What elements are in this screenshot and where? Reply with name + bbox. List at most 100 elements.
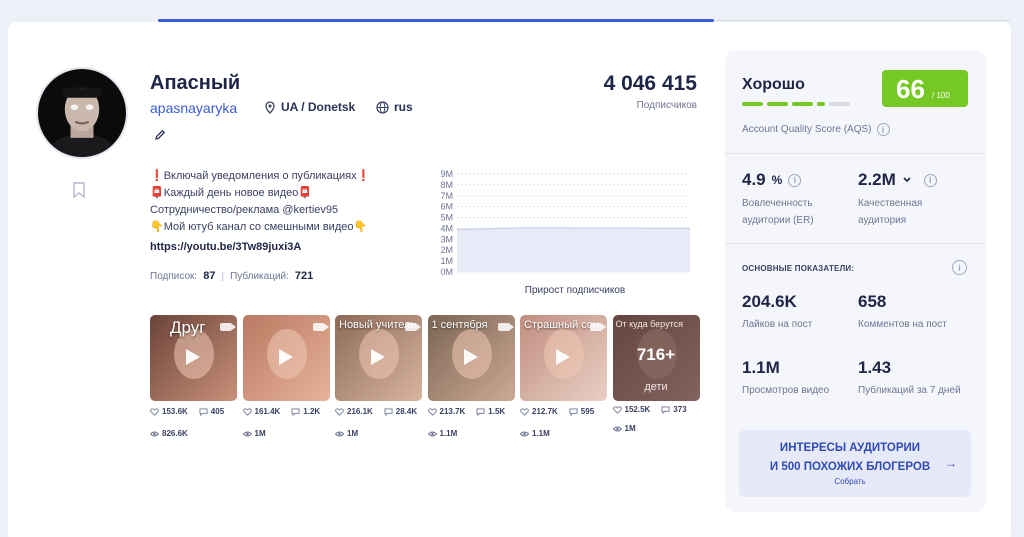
- video-stats: 216.1K 28.4K: [335, 407, 430, 416]
- y-tick-label: 3M: [440, 234, 453, 244]
- video-caption: От куда берутся: [615, 319, 683, 329]
- video-views: 1.1M: [439, 429, 458, 438]
- video-stats: 152.5K 373: [612, 405, 708, 414]
- er-label-line: Вовлеченность: [742, 198, 813, 209]
- play-icon[interactable]: [556, 349, 570, 365]
- play-icon[interactable]: [463, 349, 478, 365]
- video-thumbnail[interactable]: Друг: [150, 315, 237, 401]
- aqs-segment: [767, 102, 788, 106]
- video-likes: 213.7K: [439, 407, 466, 416]
- chart-xlabel: Прирост подписчиков: [524, 285, 626, 296]
- y-tick-label: 1M: [440, 256, 453, 266]
- globe-icon: [376, 100, 389, 114]
- play-icon[interactable]: [278, 349, 293, 365]
- subscribers-count: 4 046 415: [603, 72, 697, 95]
- play-icon[interactable]: [371, 349, 385, 365]
- cta-sub: Собрать: [834, 477, 866, 486]
- eye-icon: [520, 431, 529, 436]
- play-icon[interactable]: [186, 349, 200, 365]
- likes-per-post: 204.6K: [742, 292, 797, 311]
- avatar[interactable]: [36, 67, 128, 159]
- aqs-segment: [742, 102, 763, 106]
- er-label-line: аудитории (ER): [742, 215, 814, 226]
- following-count: 87: [203, 270, 216, 282]
- video-comments: 595: [580, 407, 595, 416]
- aqs-max: / 100: [932, 91, 950, 100]
- video-camera-icon: [405, 323, 421, 331]
- video-views: 1.1M: [742, 358, 780, 377]
- video-views: 1M: [624, 424, 636, 433]
- quality-audience-value[interactable]: 2.2M i: [858, 170, 937, 190]
- video-likes: 161.4K: [254, 407, 281, 416]
- aqs-label-text: Account Quality Score (AQS): [742, 124, 872, 135]
- heart-icon: [335, 407, 344, 416]
- separator: |: [221, 270, 225, 282]
- y-tick-label: 6M: [440, 202, 453, 212]
- video-thumbnail[interactable]: [242, 315, 330, 401]
- y-tick-label: 4M: [440, 223, 453, 233]
- bio-line: 📮Каждый день новое видео📮: [150, 187, 313, 199]
- comment-icon: [384, 407, 393, 416]
- cta-line1: ИНТЕРЕСЫ АУДИТОРИИ: [779, 442, 921, 454]
- location-text: UA / Donetsk: [281, 100, 356, 114]
- video-thumbnail[interactable]: Страшный сон: [520, 315, 607, 401]
- video-likes: 153.6K: [162, 407, 188, 416]
- cta-line2: И 500 ПОХОЖИХ БЛОГЕРОВ: [769, 461, 931, 473]
- profile-handle[interactable]: apasnayaryka: [150, 100, 237, 116]
- quality-number: 2.2M: [858, 170, 896, 189]
- series-area: [457, 227, 690, 272]
- video-views: 826.6K: [162, 429, 188, 438]
- aqs-score-badge: 66 / 100: [882, 70, 968, 107]
- posts-count: 721: [294, 270, 314, 282]
- er-unit: %: [771, 173, 783, 187]
- location-pin-icon: [265, 100, 275, 114]
- subscriber-growth-chart: 0M1M2M3M4M5M6M7M8M9M: [440, 169, 691, 277]
- posts-per-week: 1.43: [858, 358, 892, 377]
- video-views-row: 1.1M: [427, 429, 458, 438]
- info-icon[interactable]: i: [876, 123, 890, 136]
- y-tick-label: 5M: [440, 213, 453, 223]
- video-views: 1M: [254, 429, 266, 438]
- info-icon[interactable]: i: [952, 260, 967, 275]
- bio-link[interactable]: https://youtu.be/3Tw89juxi3A: [150, 241, 301, 253]
- video-caption: Друг: [170, 318, 206, 337]
- video-views: 1.1M: [532, 429, 550, 438]
- heart-icon: [427, 407, 437, 416]
- video-views-label: Просмотров видео: [742, 385, 830, 396]
- info-icon[interactable]: i: [788, 173, 802, 187]
- video-thumbnail[interactable]: От куда берутся 716+ дети: [612, 315, 700, 401]
- quality-label-line: Качественная: [858, 198, 923, 209]
- video-views: 1M: [347, 429, 359, 438]
- comment-icon: [569, 407, 578, 416]
- y-tick-label: 8M: [440, 180, 453, 190]
- comments-per-post-label: Комментов на пост: [858, 319, 947, 330]
- comment-icon: [291, 407, 300, 416]
- aqs-segment: [792, 102, 813, 106]
- video-likes: 152.5K: [624, 405, 651, 414]
- video-thumbnail[interactable]: 1 сентября: [427, 315, 515, 401]
- audience-interests-button[interactable]: ИНТЕРЕСЫ АУДИТОРИИ И 500 ПОХОЖИХ БЛОГЕРО…: [739, 430, 971, 497]
- chevron-down-icon[interactable]: [902, 176, 912, 184]
- bio: ❗Включай уведомления о публикациях❗ 📮Каж…: [150, 168, 410, 236]
- video-comments: 1.2K: [303, 407, 321, 416]
- y-tick-label: 0M: [440, 267, 453, 277]
- video-camera-icon: [590, 323, 606, 331]
- edit-pen-icon[interactable]: [154, 129, 166, 141]
- y-tick-label: 2M: [440, 245, 453, 255]
- aqs-score: 66: [896, 74, 925, 104]
- bookmark-icon[interactable]: [72, 182, 86, 198]
- er-number: 4.9: [742, 170, 766, 189]
- info-icon[interactable]: i: [923, 173, 937, 187]
- video-comments: 405: [210, 407, 225, 416]
- following-label: Подписок:: [150, 270, 198, 282]
- top-bar: [0, 0, 1024, 20]
- eye-icon: [242, 431, 252, 436]
- arrow-right-icon: →: [945, 456, 957, 470]
- aqs-progress: [742, 102, 850, 106]
- video-views-row: 1M: [242, 429, 266, 438]
- eye-icon: [612, 426, 622, 431]
- video-thumbnail[interactable]: Новый учитель: [335, 315, 422, 401]
- language: rus: [376, 100, 413, 114]
- y-tick-label: 7M: [440, 191, 453, 201]
- profile-name: Апасный: [150, 72, 241, 94]
